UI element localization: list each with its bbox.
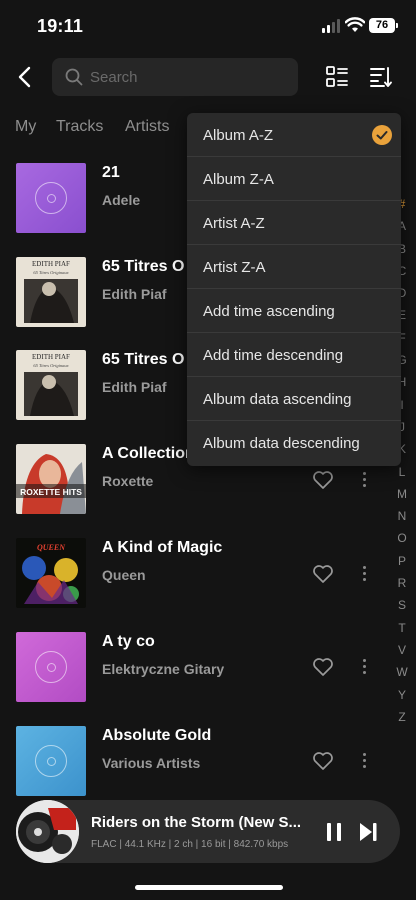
alphabet-index-letter[interactable]: V xyxy=(392,639,412,661)
album-artist: Queen xyxy=(102,567,146,583)
sort-option[interactable]: Album A-Z xyxy=(187,113,401,157)
cover-subtitle: 65 Titres Originaux xyxy=(33,270,68,275)
album-title: A Collection xyxy=(102,445,195,462)
skip-next-icon[interactable] xyxy=(358,821,378,843)
sort-option-label: Album data ascending xyxy=(203,391,352,408)
pause-icon[interactable] xyxy=(324,821,344,843)
album-title: Absolute Gold xyxy=(102,727,212,744)
sort-option-label: Artist A-Z xyxy=(203,215,265,232)
album-art: EDITH PIAF 65 Titres Originaux xyxy=(16,350,86,420)
alphabet-index-letter[interactable]: R xyxy=(392,572,412,594)
alphabet-index-letter[interactable]: M xyxy=(392,483,412,505)
cover-subtitle: 65 Titres Originaux xyxy=(33,363,68,368)
heart-icon[interactable] xyxy=(312,564,334,584)
sort-option-label: Add time ascending xyxy=(203,303,335,320)
album-art: ROXETTE HITS xyxy=(16,444,86,514)
album-artist: Edith Piaf xyxy=(102,379,167,395)
heart-icon[interactable] xyxy=(312,470,334,490)
status-time: 19:11 xyxy=(37,16,84,36)
cover-text: QUEEN xyxy=(37,543,66,552)
sort-option-label: Album Z-A xyxy=(203,171,274,188)
album-artist: Edith Piaf xyxy=(102,286,167,302)
list-item[interactable]: QUEEN A Kind of Magic Queen xyxy=(0,527,416,621)
disc-icon xyxy=(35,745,67,777)
album-art-placeholder xyxy=(16,632,86,702)
sort-option-label: Album A-Z xyxy=(203,127,274,144)
search-input[interactable] xyxy=(90,58,290,96)
sort-option[interactable]: Artist A-Z xyxy=(187,201,401,245)
album-title: 65 Titres O xyxy=(102,258,185,275)
list-item[interactable]: Absolute Gold Various Artists xyxy=(0,715,416,809)
status-bar: 19:11 76 xyxy=(0,0,416,52)
sort-option[interactable]: Album data ascending xyxy=(187,377,401,421)
alphabet-index-letter[interactable]: Y xyxy=(392,684,412,706)
more-options-icon[interactable] xyxy=(360,751,370,771)
alphabet-index-letter[interactable]: W xyxy=(392,661,412,683)
sort-option-label: Add time descending xyxy=(203,347,344,364)
album-artist: Various Artists xyxy=(102,755,201,771)
album-art-placeholder xyxy=(16,163,86,233)
now-playing-title: Riders on the Storm (New S... xyxy=(91,814,302,831)
heart-icon[interactable] xyxy=(312,657,334,677)
sort-option[interactable]: Artist Z-A xyxy=(187,245,401,289)
cover-title: EDITH PIAF xyxy=(32,260,70,268)
sort-icon[interactable] xyxy=(369,66,393,88)
tab-my[interactable]: My xyxy=(15,118,36,136)
search-bar[interactable] xyxy=(52,58,298,96)
alphabet-index-letter[interactable]: O xyxy=(392,527,412,549)
more-options-icon[interactable] xyxy=(360,470,370,490)
tab-artists[interactable]: Artists xyxy=(125,118,169,136)
more-options-icon[interactable] xyxy=(360,657,370,677)
alphabet-index-letter[interactable]: N xyxy=(392,505,412,527)
vinyl-cover-art xyxy=(16,800,79,863)
now-playing-format-info: FLAC | 44.1 KHz | 2 ch | 16 bit | 842.70… xyxy=(91,839,289,850)
sort-menu: Album A-Z Album Z-A Artist A-Z Artist Z-A Ad… xyxy=(187,113,401,466)
album-title: A Kind of Magic xyxy=(102,539,223,556)
heart-icon[interactable] xyxy=(312,751,334,771)
cover-text: ROXETTE HITS xyxy=(20,487,82,497)
roxette-hits-cover: ROXETTE HITS xyxy=(16,444,86,514)
sort-option[interactable]: Add time descending xyxy=(187,333,401,377)
album-title: A ty co xyxy=(102,633,155,650)
album-title: 65 Titres O xyxy=(102,351,185,368)
sort-option-label: Artist Z-A xyxy=(203,259,266,276)
alphabet-index-letter[interactable]: Z xyxy=(392,706,412,728)
album-art: QUEEN xyxy=(16,538,86,608)
back-arrow-icon[interactable] xyxy=(14,64,38,90)
edith-piaf-cover: EDITH PIAF 65 Titres Originaux xyxy=(16,257,86,327)
battery-icon: 76 xyxy=(369,18,398,33)
cellular-signal-icon xyxy=(322,19,342,33)
album-artist: Elektryczne Gitary xyxy=(102,661,225,677)
album-title: 21 xyxy=(102,164,120,181)
album-artist: Roxette xyxy=(102,473,154,489)
now-playing-cover[interactable] xyxy=(16,800,79,863)
more-options-icon[interactable] xyxy=(360,564,370,584)
alphabet-index-letter[interactable]: S xyxy=(392,594,412,616)
wifi-icon xyxy=(345,17,365,32)
cover-title: EDITH PIAF xyxy=(32,353,70,361)
queen-kind-of-magic-cover: QUEEN xyxy=(16,538,86,608)
list-view-icon[interactable] xyxy=(326,66,348,88)
list-item[interactable]: A ty co Elektryczne Gitary xyxy=(0,621,416,715)
album-artist: Adele xyxy=(102,192,141,208)
sort-option[interactable]: Add time ascending xyxy=(187,289,401,333)
album-art: EDITH PIAF 65 Titres Originaux xyxy=(16,257,86,327)
search-icon xyxy=(65,68,83,86)
sort-option-label: Album data descending xyxy=(203,435,360,452)
home-indicator xyxy=(135,885,283,890)
checkmark-icon xyxy=(372,125,392,145)
edith-piaf-cover: EDITH PIAF 65 Titres Originaux xyxy=(16,350,86,420)
disc-icon xyxy=(35,182,67,214)
now-playing-bar[interactable]: Riders on the Storm (New S... FLAC | 44.… xyxy=(16,800,400,863)
sort-option[interactable]: Album data descending xyxy=(187,421,401,465)
sort-option[interactable]: Album Z-A xyxy=(187,157,401,201)
tab-tracks[interactable]: Tracks xyxy=(56,118,103,136)
alphabet-index-letter[interactable]: P xyxy=(392,550,412,572)
album-art-placeholder xyxy=(16,726,86,796)
disc-icon xyxy=(35,651,67,683)
alphabet-index-letter[interactable]: T xyxy=(392,617,412,639)
